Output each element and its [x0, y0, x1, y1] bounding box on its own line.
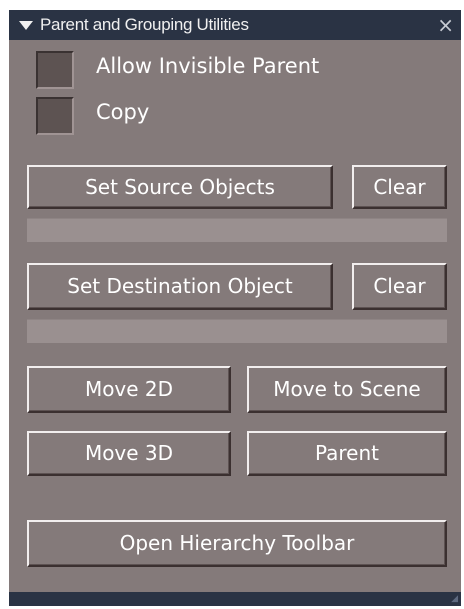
move-to-scene-button[interactable]: Move to Scene [247, 366, 447, 413]
panel-titlebar[interactable]: Parent and Grouping Utilities × [9, 10, 461, 40]
parent-grouping-panel: Parent and Grouping Utilities × Allow In… [9, 10, 461, 606]
copy-option: Copy [36, 97, 436, 137]
panel-title: Parent and Grouping Utilities [40, 15, 249, 34]
set-destination-object-button[interactable]: Set Destination Object [27, 263, 333, 310]
resize-grip-icon[interactable]: ◢ [451, 594, 458, 604]
move-2d-button[interactable]: Move 2D [27, 366, 231, 413]
parent-button[interactable]: Parent [247, 431, 447, 476]
triangle-down-icon[interactable] [19, 21, 33, 30]
clear-source-button[interactable]: Clear [352, 165, 447, 209]
close-icon[interactable]: × [437, 10, 454, 40]
move-3d-button[interactable]: Move 3D [27, 431, 231, 476]
allow-invisible-parent-checkbox[interactable] [36, 51, 74, 89]
copy-label: Copy [96, 100, 150, 124]
source-objects-field [27, 218, 447, 242]
allow-invisible-parent-option: Allow Invisible Parent [36, 51, 436, 91]
copy-checkbox[interactable] [36, 97, 74, 135]
clear-destination-button[interactable]: Clear [352, 263, 447, 310]
allow-invisible-parent-label: Allow Invisible Parent [96, 54, 320, 78]
panel-footer: ◢ [9, 592, 461, 606]
destination-object-field [27, 319, 447, 343]
set-source-objects-button[interactable]: Set Source Objects [27, 165, 333, 209]
open-hierarchy-toolbar-button[interactable]: Open Hierarchy Toolbar [27, 520, 447, 567]
